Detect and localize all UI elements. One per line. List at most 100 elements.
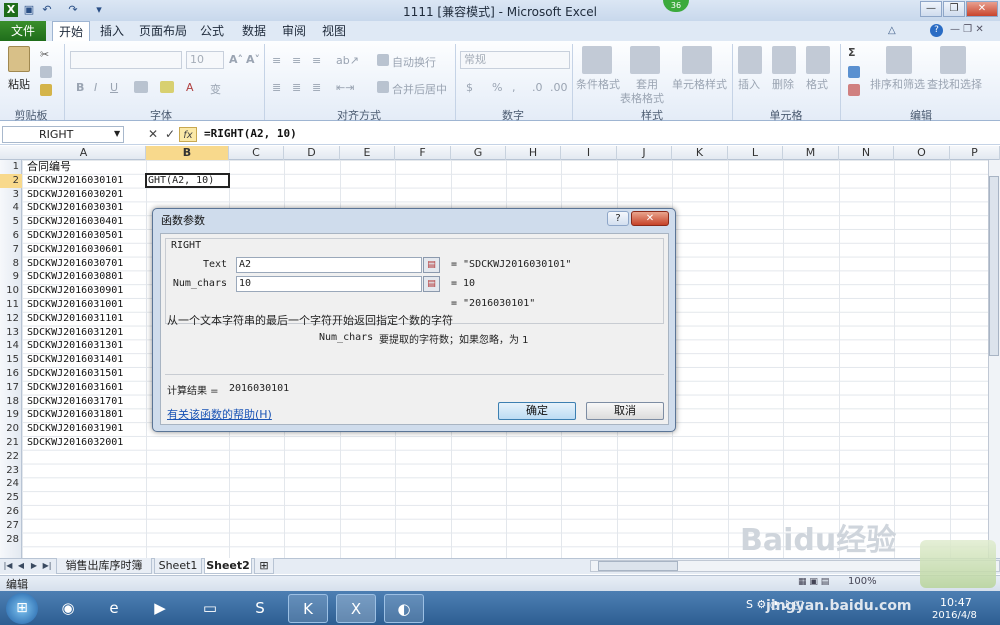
- format-cells-icon[interactable]: [806, 46, 830, 74]
- first-sheet-icon[interactable]: |◀: [3, 560, 13, 572]
- row-header-24[interactable]: 24: [0, 477, 22, 491]
- row-header-2[interactable]: 2: [0, 173, 22, 188]
- confirm-entry-icon[interactable]: ✓: [162, 127, 178, 142]
- find-select-icon[interactable]: [940, 46, 966, 74]
- table-row[interactable]: SDCKWJ2016031201: [27, 326, 123, 340]
- conditional-format-icon[interactable]: [582, 46, 612, 74]
- cancel-entry-icon[interactable]: ✕: [145, 127, 161, 142]
- collapse-dialog-icon[interactable]: ▤: [423, 257, 440, 273]
- table-row[interactable]: SDCKWJ2016030701: [27, 257, 123, 271]
- column-header-g[interactable]: G: [451, 146, 506, 160]
- phonetic-icon[interactable]: 变: [210, 81, 221, 97]
- minimize-button[interactable]: —: [920, 1, 942, 17]
- column-header-o[interactable]: O: [894, 146, 950, 160]
- insert-cells-icon[interactable]: [738, 46, 762, 74]
- row-header-10[interactable]: 10: [0, 284, 22, 298]
- column-header-b[interactable]: B: [146, 146, 229, 160]
- column-header-i[interactable]: I: [561, 146, 617, 160]
- view-buttons[interactable]: ▦ ▣ ▤: [798, 577, 838, 589]
- table-row[interactable]: SDCKWJ2016030101: [27, 174, 123, 188]
- tab-insert[interactable]: 插入: [96, 21, 128, 41]
- align-left-icon[interactable]: ≣: [272, 81, 281, 94]
- paste-label[interactable]: 粘贴: [8, 76, 30, 92]
- row-header-27[interactable]: 27: [0, 519, 22, 533]
- row-header-28[interactable]: 28: [0, 533, 22, 547]
- insert-sheet-icon[interactable]: ⊞: [254, 558, 274, 574]
- cell-styles-icon[interactable]: [682, 46, 712, 74]
- tab-file[interactable]: 文件: [0, 21, 46, 41]
- copy-icon[interactable]: [40, 66, 52, 78]
- format-as-table-icon[interactable]: [630, 46, 660, 74]
- table-row[interactable]: SDCKWJ2016031301: [27, 339, 123, 353]
- vertical-scroll-thumb[interactable]: [989, 176, 999, 356]
- grow-font-icon[interactable]: A˄: [229, 53, 243, 66]
- row-header-26[interactable]: 26: [0, 505, 22, 519]
- tab-page-layout[interactable]: 页面布局: [136, 21, 190, 41]
- merge-center-icon[interactable]: [377, 81, 389, 93]
- taskbar-media-icon[interactable]: ▶: [140, 594, 180, 623]
- align-right-icon[interactable]: ≣: [312, 81, 321, 94]
- name-box-dropdown-icon[interactable]: ▼: [114, 129, 120, 138]
- column-header-p[interactable]: P: [950, 146, 1000, 160]
- next-sheet-icon[interactable]: ▶: [29, 560, 39, 572]
- conditional-format-button[interactable]: 条件格式: [576, 76, 620, 92]
- column-header-l[interactable]: L: [728, 146, 783, 160]
- start-button[interactable]: ⊞: [6, 593, 38, 624]
- taskbar-ie-icon[interactable]: e: [94, 594, 134, 623]
- name-box[interactable]: RIGHT: [2, 126, 124, 143]
- wrap-text-icon[interactable]: [377, 54, 389, 66]
- percent-icon[interactable]: %: [492, 81, 502, 94]
- autosum-icon[interactable]: Σ: [848, 46, 856, 59]
- delete-cells-button[interactable]: 删除: [772, 76, 794, 92]
- row-header-16[interactable]: 16: [0, 367, 22, 381]
- paste-icon[interactable]: [8, 46, 30, 72]
- delete-cells-icon[interactable]: [772, 46, 796, 74]
- ribbon-minimize-icon[interactable]: △: [888, 25, 900, 37]
- format-painter-icon[interactable]: [40, 84, 52, 96]
- taskbar-excel-icon[interactable]: X: [336, 594, 376, 623]
- row-header-12[interactable]: 12: [0, 312, 22, 326]
- cancel-button[interactable]: 取消: [586, 402, 664, 420]
- row-header-14[interactable]: 14: [0, 339, 22, 353]
- orientation-icon[interactable]: ab↗: [336, 54, 359, 67]
- table-row[interactable]: SDCKWJ2016031001: [27, 298, 123, 312]
- font-name-dropdown[interactable]: [70, 51, 182, 69]
- dialog-close-button[interactable]: ✕: [631, 211, 669, 226]
- table-row[interactable]: SDCKWJ2016030401: [27, 215, 123, 229]
- bold-icon[interactable]: B: [76, 81, 84, 94]
- row-header-8[interactable]: 8: [0, 257, 22, 271]
- active-cell-b2[interactable]: GHT(A2, 10): [145, 173, 230, 188]
- currency-icon[interactable]: $: [466, 81, 473, 94]
- row-header-25[interactable]: 25: [0, 491, 22, 505]
- row-header-1[interactable]: 1: [0, 160, 22, 174]
- clear-icon[interactable]: [848, 84, 860, 96]
- sheet-tab-sheet2[interactable]: Sheet2: [204, 558, 252, 574]
- decrease-decimal-icon[interactable]: .00: [550, 81, 568, 94]
- row-header-19[interactable]: 19: [0, 408, 22, 422]
- zoom-level[interactable]: 100%: [848, 576, 877, 587]
- ok-button[interactable]: 确定: [498, 402, 576, 420]
- column-header-c[interactable]: C: [229, 146, 284, 160]
- column-header-f[interactable]: F: [395, 146, 451, 160]
- function-help-link[interactable]: 有关该函数的帮助(H): [167, 406, 272, 422]
- row-header-23[interactable]: 23: [0, 464, 22, 478]
- row-header-4[interactable]: 4: [0, 201, 22, 215]
- number-format-dropdown[interactable]: 常规: [460, 51, 570, 69]
- sort-filter-icon[interactable]: [886, 46, 912, 74]
- table-row[interactable]: SDCKWJ2016030601: [27, 243, 123, 257]
- column-header-k[interactable]: K: [672, 146, 728, 160]
- table-row[interactable]: SDCKWJ2016031401: [27, 353, 123, 367]
- comma-icon[interactable]: ,: [512, 81, 516, 94]
- row-header-5[interactable]: 5: [0, 215, 22, 229]
- fill-icon[interactable]: [848, 66, 860, 78]
- row-header-7[interactable]: 7: [0, 243, 22, 257]
- taskbar-360-icon[interactable]: ◉: [48, 594, 88, 623]
- restore-button[interactable]: ❐: [943, 1, 965, 17]
- table-row[interactable]: SDCKWJ2016031701: [27, 395, 123, 409]
- tab-view[interactable]: 视图: [318, 21, 350, 41]
- help-icon[interactable]: ?: [930, 24, 943, 37]
- column-header-e[interactable]: E: [340, 146, 395, 160]
- cell-styles-button[interactable]: 单元格样式: [672, 76, 727, 92]
- arg-num-chars-input[interactable]: 10: [236, 276, 422, 292]
- column-header-d[interactable]: D: [284, 146, 340, 160]
